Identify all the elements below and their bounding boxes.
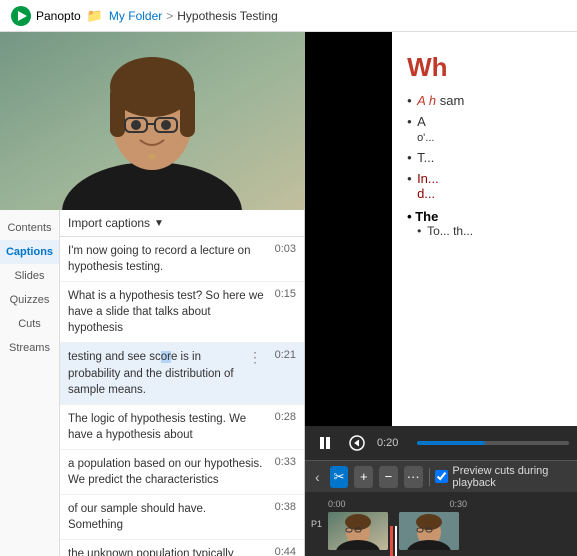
pause-button[interactable]	[313, 431, 337, 455]
add-cut-button[interactable]: +	[354, 466, 373, 488]
breadcrumb-title: Hypothesis Testing	[177, 9, 278, 23]
caption-text: What is a hypothesis test? So here we ha…	[68, 288, 264, 336]
caption-item-highlighted[interactable]: testing and see score is in probability …	[60, 343, 304, 404]
header: Panopto 📁 My Folder > Hypothesis Testing	[0, 0, 577, 32]
sidebar-item-streams[interactable]: Streams	[0, 336, 59, 360]
timeline-track[interactable]: 0:00 0:30	[328, 498, 571, 550]
caption-time: 0:44	[268, 546, 296, 556]
slide-content: Wh A h sam Ao'... T... In...d... • The T…	[392, 32, 577, 426]
sidebar-item-captions[interactable]: Captions	[0, 240, 59, 264]
caption-time: 0:33	[268, 456, 296, 468]
sidebar-item-quizzes[interactable]: Quizzes	[0, 288, 59, 312]
preview-cuts-label: Preview cuts during playback	[435, 465, 571, 489]
scissors-icon: ✂	[334, 469, 345, 485]
caption-text: The logic of hypothesis testing. We have…	[68, 411, 264, 443]
webcam-video	[0, 32, 305, 210]
caption-time: 0:03	[268, 243, 296, 255]
panopto-logo-icon	[10, 5, 32, 27]
caption-time: 0:38	[268, 501, 296, 513]
caption-item[interactable]: the unknown population typically researc…	[60, 540, 304, 556]
thumbnail-strip	[328, 512, 571, 550]
preview-cuts-checkbox[interactable]	[435, 470, 448, 483]
progress-bar[interactable]	[417, 441, 569, 445]
breadcrumb: My Folder > Hypothesis Testing	[109, 9, 278, 23]
webcam-svg	[0, 32, 305, 210]
import-captions-button[interactable]: Import captions ▼	[60, 210, 304, 237]
slide-sub-bullet: To... th...	[407, 224, 562, 238]
app-name: Panopto	[36, 9, 81, 23]
caption-item[interactable]: a population based on our hypothesis. We…	[60, 450, 304, 495]
sidebar-item-slides[interactable]: Slides	[0, 264, 59, 288]
playhead	[395, 526, 397, 556]
breadcrumb-folder-icon: 📁	[87, 8, 103, 24]
caption-item[interactable]: of our sample should have. Something 0:3…	[60, 495, 304, 540]
time-mark-mid: 0:30	[450, 499, 468, 509]
slide-title-partial: Wh	[407, 52, 562, 83]
player-controls: 0:20	[305, 426, 577, 460]
dropdown-arrow-icon: ▼	[154, 218, 164, 229]
caption-item[interactable]: I'm now going to record a lecture on hyp…	[60, 237, 304, 282]
caption-text: I'm now going to record a lecture on hyp…	[68, 243, 264, 275]
thumb-person-bg	[399, 512, 459, 550]
slide-main: Wh A h sam Ao'... T... In...d... • The T…	[305, 32, 577, 426]
captions-panel: Import captions ▼ I'm now going to recor…	[60, 210, 304, 556]
time-mark-start: 0:00	[328, 499, 346, 509]
caption-time: 0:21	[268, 349, 296, 361]
caption-text: a population based on our hypothesis. We…	[68, 456, 264, 488]
slide-bullet: Ao'...	[407, 114, 562, 144]
slide-bullet: In...d...	[407, 171, 562, 201]
breadcrumb-separator: >	[166, 9, 173, 23]
ellipsis-icon: ···	[407, 469, 420, 484]
sidebar-item-cuts[interactable]: Cuts	[0, 312, 59, 336]
more-options-button[interactable]: ···	[404, 466, 423, 488]
prev-nav-button[interactable]: ‹	[311, 467, 324, 487]
caption-time: 0:15	[268, 288, 296, 300]
slide-bullet: T...	[407, 150, 562, 165]
left-panel: Contents Captions Slides Quizzes Cuts St…	[0, 32, 305, 556]
timeline-thumbnail[interactable]	[328, 512, 388, 550]
caption-text: the unknown population typically researc…	[68, 546, 264, 556]
p1-label: P1	[311, 519, 322, 529]
caption-item[interactable]: What is a hypothesis test? So here we ha…	[60, 282, 304, 343]
caption-item[interactable]: The logic of hypothesis testing. We have…	[60, 405, 304, 450]
timeline-markers: 0:00 0:30	[328, 498, 571, 510]
right-panel: Wh A h sam Ao'... T... In...d... • The T…	[305, 32, 577, 556]
sidebar-item-contents[interactable]: Contents	[0, 216, 59, 240]
import-captions-label: Import captions	[68, 216, 150, 230]
scissors-button[interactable]: ✂	[330, 466, 349, 488]
remove-cut-button[interactable]: −	[379, 466, 398, 488]
slide-section-header: • The	[407, 209, 562, 224]
breadcrumb-folder[interactable]: My Folder	[109, 9, 162, 23]
timeline-thumbnail[interactable]	[399, 512, 459, 550]
minus-icon: −	[385, 469, 393, 484]
rewind-button[interactable]	[345, 431, 369, 455]
app-logo[interactable]: Panopto	[10, 5, 81, 27]
plus-icon: +	[360, 469, 368, 484]
progress-fill	[417, 441, 485, 445]
toolbar-divider	[429, 468, 430, 486]
slide-view: Wh A h sam Ao'... T... In...d... • The T…	[305, 32, 577, 556]
slide-bullet: A h sam	[407, 93, 562, 108]
captions-list[interactable]: I'm now going to record a lecture on hyp…	[60, 237, 304, 556]
side-nav: Contents Captions Slides Quizzes Cuts St…	[0, 210, 60, 556]
main-area: Contents Captions Slides Quizzes Cuts St…	[0, 32, 577, 556]
caption-text: of our sample should have. Something	[68, 501, 264, 533]
preview-cuts-text: Preview cuts during playback	[452, 465, 571, 489]
time-display: 0:20	[377, 437, 409, 449]
webcam-placeholder	[0, 32, 305, 210]
caption-menu-icon[interactable]: ⋮	[246, 349, 264, 366]
bottom-toolbar: ‹ ✂ + − ··· Preview cuts during playback	[305, 460, 577, 492]
slide-black-area	[305, 32, 392, 426]
cut-marker	[390, 526, 393, 556]
thumb-person-bg	[328, 512, 388, 550]
caption-time: 0:28	[268, 411, 296, 423]
captions-wrapper: Contents Captions Slides Quizzes Cuts St…	[0, 210, 304, 556]
caption-text: testing and see score is in probability …	[68, 349, 242, 397]
timeline-strip: P1 0:00 0:30	[305, 492, 577, 556]
